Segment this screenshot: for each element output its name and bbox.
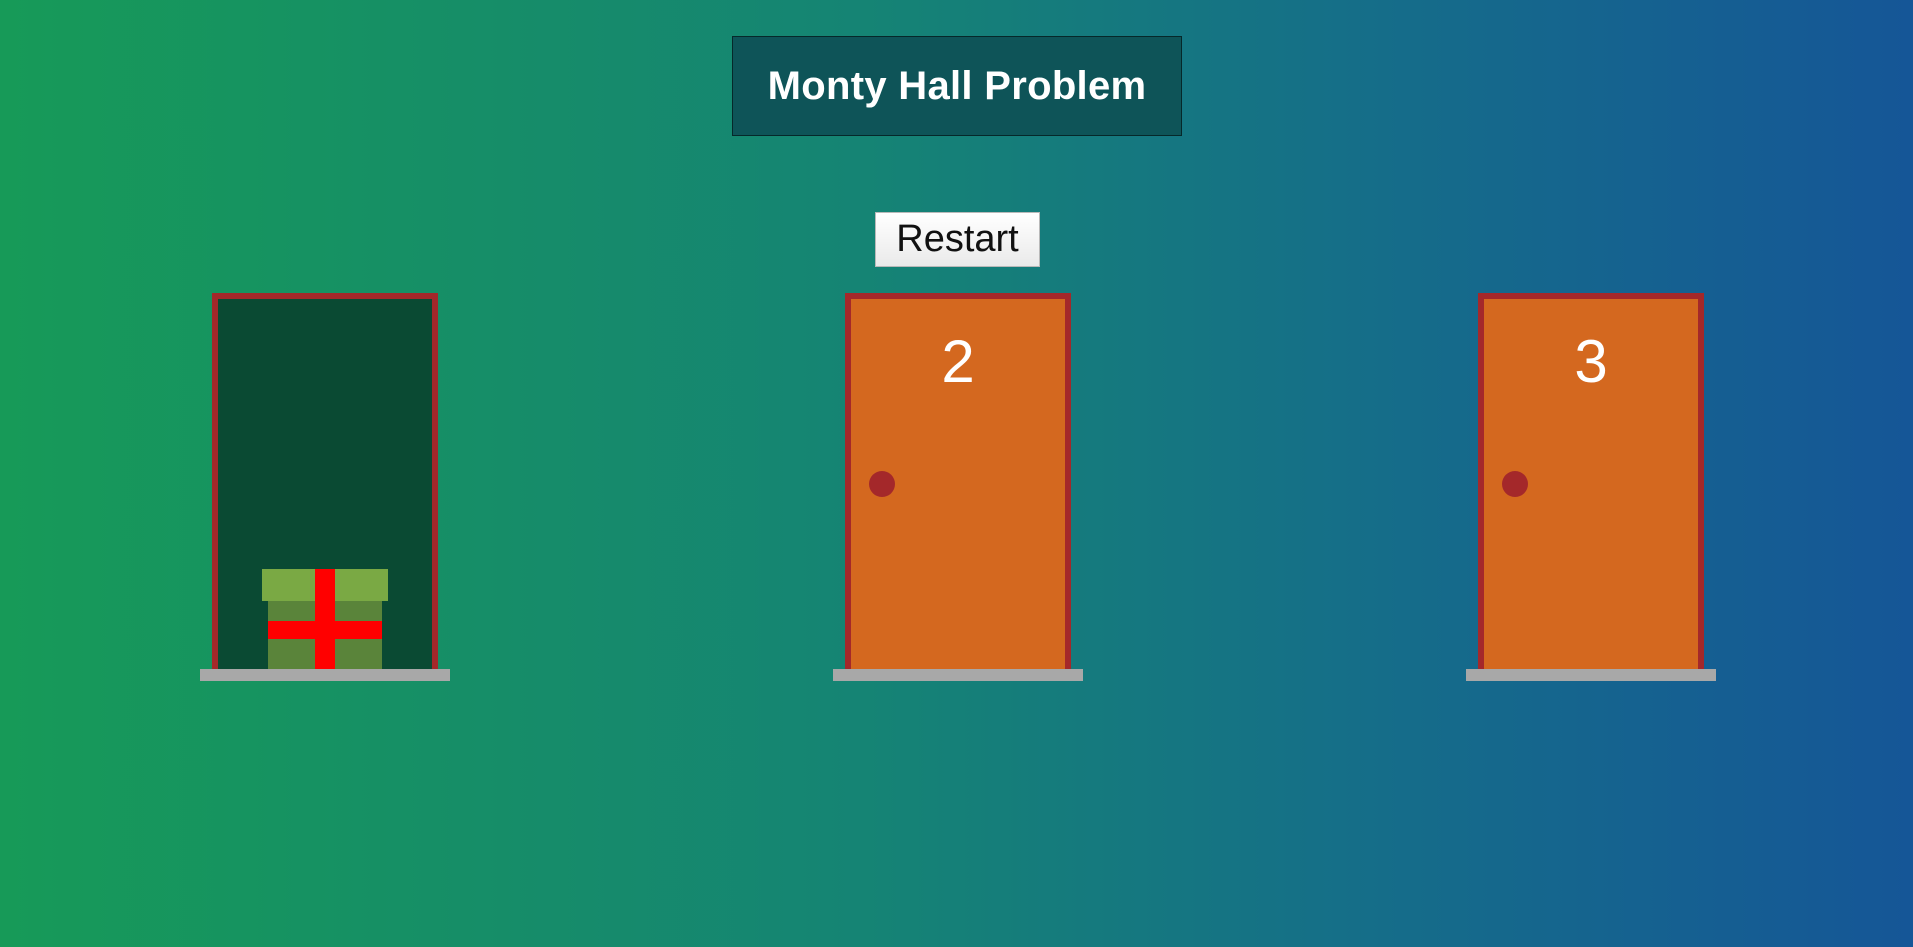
door-threshold: [1466, 669, 1716, 681]
door-frame: [212, 293, 438, 669]
door-knob-icon: [1502, 471, 1528, 497]
door-panel[interactable]: 2: [851, 299, 1065, 669]
door-panel[interactable]: 3: [1484, 299, 1698, 669]
door-number: 2: [941, 328, 975, 395]
door-2[interactable]: 2: [833, 293, 1083, 681]
door-threshold: [200, 669, 450, 681]
gift-icon: [262, 569, 388, 669]
gift-ribbon-horizontal: [268, 621, 382, 639]
door-1[interactable]: [200, 293, 450, 681]
door-number: 3: [1574, 328, 1608, 395]
gift-ribbon-vertical: [315, 569, 335, 669]
page-title-text: Monty Hall Problem: [767, 63, 1147, 108]
door-frame: 2: [845, 293, 1071, 669]
door-3[interactable]: 3: [1466, 293, 1716, 681]
door-threshold: [833, 669, 1083, 681]
door-frame: 3: [1478, 293, 1704, 669]
door-knob-icon: [869, 471, 895, 497]
page-title: Monty Hall Problem: [732, 36, 1182, 136]
restart-button[interactable]: Restart: [875, 212, 1040, 267]
